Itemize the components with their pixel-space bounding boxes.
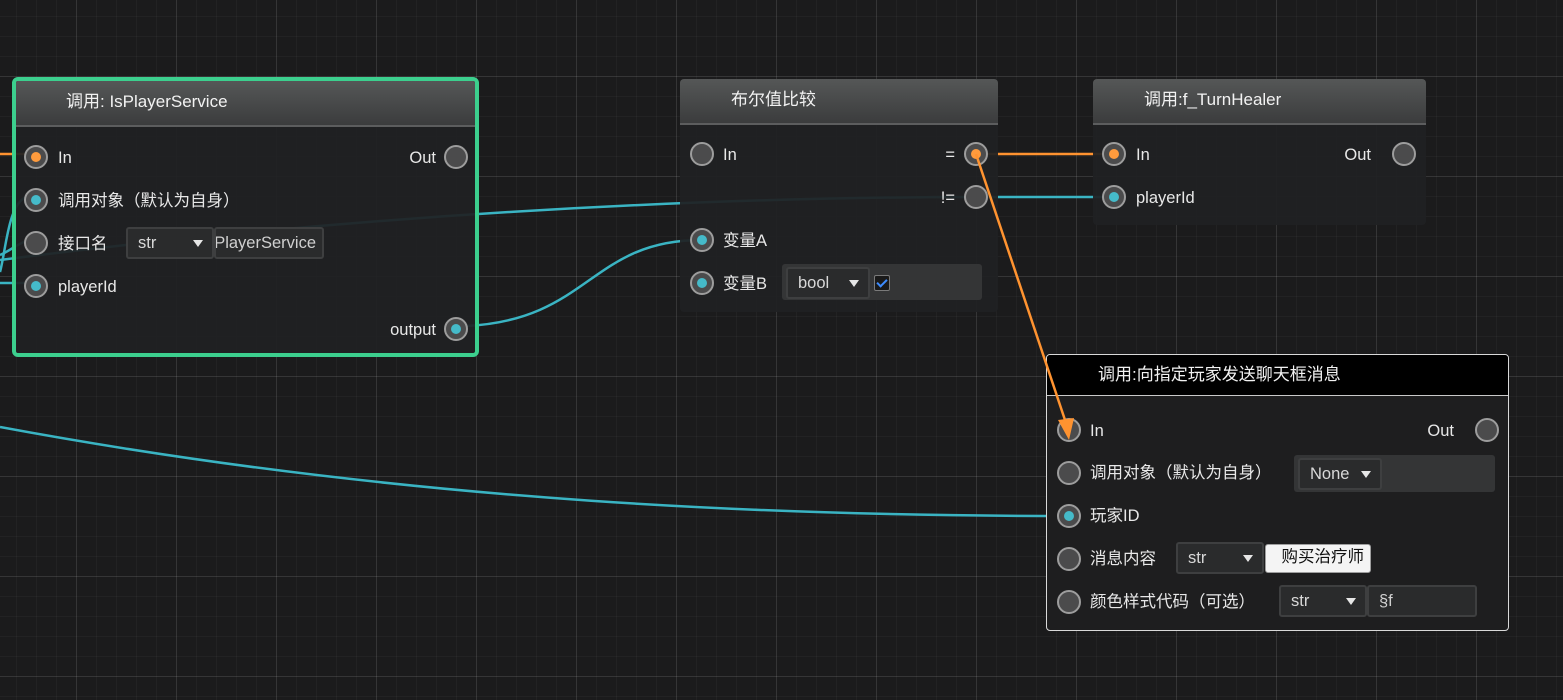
iface-name-label: 接口名 xyxy=(58,235,108,253)
node-turnhealer-header[interactable]: 调用:f_TurnHealer xyxy=(1093,79,1426,125)
neq-out-pin[interactable] xyxy=(964,185,988,209)
target-label: 调用对象（默认为自身） xyxy=(1090,464,1272,482)
node-send-chat-message[interactable]: 调用:向指定玩家发送聊天框消息 In Out 调用对象（默认为自身） None … xyxy=(1046,354,1509,631)
var-a-pin[interactable] xyxy=(690,228,714,252)
var-a-label: 变量A xyxy=(723,232,768,250)
iface-name-pin[interactable] xyxy=(24,231,48,255)
color-code-pin[interactable] xyxy=(1057,590,1081,614)
var-b-label: 变量B xyxy=(723,275,768,293)
exec-out-pin[interactable] xyxy=(1392,142,1416,166)
color-type-value: str xyxy=(1291,592,1310,610)
exec-in-pin[interactable] xyxy=(690,142,714,166)
wire-data-to-player-id xyxy=(0,425,1070,518)
target-type-select[interactable]: None xyxy=(1298,458,1382,490)
out-label: Out xyxy=(1344,146,1371,164)
chevron-down-icon xyxy=(1346,598,1356,605)
message-input[interactable]: 购买治疗师 xyxy=(1265,544,1371,573)
color-code-label: 颜色样式代码（可选） xyxy=(1090,593,1255,611)
out-label: Out xyxy=(1427,422,1454,440)
node-bool-compare[interactable]: 布尔值比较 In = != 变量A 变量B bool xyxy=(680,79,998,312)
message-pin[interactable] xyxy=(1057,547,1081,571)
exec-out-pin[interactable] xyxy=(444,145,468,169)
message-value: 购买治疗师 xyxy=(1281,548,1365,566)
in-label: In xyxy=(723,146,737,164)
exec-in-pin[interactable] xyxy=(1102,142,1126,166)
message-type-select[interactable]: str xyxy=(1176,542,1264,574)
eq-label: = xyxy=(945,146,955,164)
node-bool-compare-title: 布尔值比较 xyxy=(731,90,816,109)
var-b-type-value: bool xyxy=(798,274,830,292)
neq-label: != xyxy=(940,189,955,207)
color-type-select[interactable]: str xyxy=(1279,585,1367,617)
message-label: 消息内容 xyxy=(1090,550,1156,568)
iface-type-value: str xyxy=(138,234,157,252)
node-isplayerservice-title: 调用: IsPlayerService xyxy=(66,92,228,111)
target-label: 调用对象（默认为自身） xyxy=(58,192,240,210)
exec-in-pin[interactable] xyxy=(1057,418,1081,442)
eq-out-pin[interactable] xyxy=(964,142,988,166)
iface-type-select[interactable]: str xyxy=(126,227,214,259)
target-pin[interactable] xyxy=(1057,461,1081,485)
exec-out-pin[interactable] xyxy=(1475,418,1499,442)
iface-name-input[interactable]: IsPlayerService xyxy=(214,227,324,259)
playerid-label: playerId xyxy=(58,278,117,296)
playerid-label: playerId xyxy=(1136,189,1195,207)
in-label: In xyxy=(1090,422,1104,440)
target-type-value: None xyxy=(1310,465,1350,483)
color-code-input[interactable]: §f xyxy=(1367,585,1477,617)
node-turnhealer[interactable]: 调用:f_TurnHealer In Out playerId xyxy=(1093,79,1426,225)
var-b-pin[interactable] xyxy=(690,271,714,295)
node-isplayerservice[interactable]: 调用: IsPlayerService In Out 调用对象（默认为自身） 接… xyxy=(12,77,479,357)
chevron-down-icon xyxy=(193,240,203,247)
output-label: output xyxy=(390,321,436,339)
color-code-value: §f xyxy=(1379,592,1393,610)
chevron-down-icon xyxy=(1243,555,1253,562)
var-b-checkbox[interactable] xyxy=(874,275,890,291)
target-pin[interactable] xyxy=(24,188,48,212)
playerid-pin[interactable] xyxy=(24,274,48,298)
playerid-pin[interactable] xyxy=(1102,185,1126,209)
var-b-type-select[interactable]: bool xyxy=(786,267,870,299)
exec-in-pin[interactable] xyxy=(24,145,48,169)
node-isplayerservice-header[interactable]: 调用: IsPlayerService xyxy=(16,81,475,127)
wire-data-output-to-var-a xyxy=(465,238,703,328)
chevron-down-icon xyxy=(1361,471,1371,478)
chevron-down-icon xyxy=(849,280,859,287)
output-pin[interactable] xyxy=(444,317,468,341)
iface-name-value: IsPlayerService xyxy=(214,234,316,252)
node-send-chat-message-header[interactable]: 调用:向指定玩家发送聊天框消息 xyxy=(1047,355,1508,396)
player-id-label: 玩家ID xyxy=(1090,507,1140,525)
in-label: In xyxy=(58,149,72,167)
node-bool-compare-header[interactable]: 布尔值比较 xyxy=(680,79,998,125)
player-id-pin[interactable] xyxy=(1057,504,1081,528)
node-turnhealer-title: 调用:f_TurnHealer xyxy=(1144,90,1282,109)
in-label: In xyxy=(1136,146,1150,164)
message-type-value: str xyxy=(1188,549,1207,567)
out-label: Out xyxy=(409,149,436,167)
node-send-chat-message-title: 调用:向指定玩家发送聊天框消息 xyxy=(1098,365,1341,384)
